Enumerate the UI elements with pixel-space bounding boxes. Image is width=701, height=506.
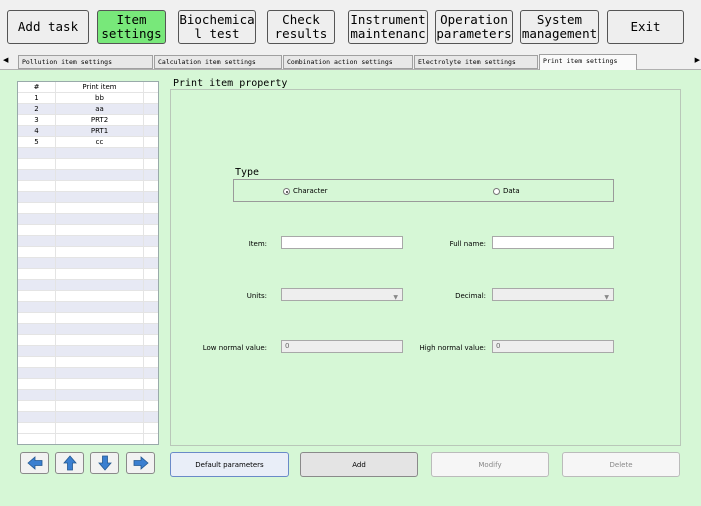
list-empty-row [18, 269, 158, 280]
item-label: Item: [248, 240, 267, 248]
tab-pollution-item-settings[interactable]: Pollution item settings [18, 55, 153, 69]
list-item-number: 5 [34, 138, 39, 146]
list-empty-row [18, 192, 158, 203]
low-normal-value-label: Low normal value: [202, 344, 267, 352]
move-left-button[interactable] [20, 452, 49, 474]
list-item-number: 2 [34, 105, 39, 113]
list-item[interactable]: 4 PRT1 [18, 126, 158, 137]
list-empty-row [18, 379, 158, 390]
move-right-button[interactable] [126, 452, 155, 474]
list-empty-row [18, 324, 158, 335]
operation-parameters-button[interactable]: Operation parameters [435, 10, 513, 44]
full-name-input[interactable] [492, 236, 614, 249]
list-header-number: # [33, 83, 40, 91]
arrow-up-icon [62, 455, 77, 471]
full-name-label: Full name: [449, 240, 486, 248]
list-empty-row [18, 313, 158, 324]
list-empty-row [18, 357, 158, 368]
list-empty-row [18, 148, 158, 159]
list-empty-row [18, 247, 158, 258]
check-results-button[interactable]: Check results [267, 10, 335, 44]
list-empty-row [18, 203, 158, 214]
exit-button[interactable]: Exit [607, 10, 684, 44]
chevron-down-icon: ▼ [393, 294, 398, 301]
high-normal-value-label: High normal value: [419, 344, 486, 352]
list-empty-row [18, 412, 158, 423]
list-item[interactable]: 1 bb [18, 93, 158, 104]
add-task-button[interactable]: Add task [7, 10, 89, 44]
list-empty-row [18, 302, 158, 313]
tab-scroll-left-icon[interactable]: ◀ [3, 56, 8, 64]
list-empty-row [18, 225, 158, 236]
character-radio[interactable] [283, 188, 290, 195]
list-item-number: 1 [34, 94, 39, 102]
list-item[interactable]: 2 aa [18, 104, 158, 115]
list-item-name: bb [95, 94, 104, 102]
decimal-dropdown[interactable]: ▼ [492, 288, 614, 301]
list-column-divider [143, 82, 144, 444]
low-normal-value-input[interactable]: 0 [281, 340, 403, 353]
list-header-print-item: Print item [82, 83, 117, 91]
list-empty-row [18, 346, 158, 357]
arrow-left-icon [26, 456, 42, 470]
tab-combination-action-settings[interactable]: Combination action settings [283, 55, 413, 69]
list-item-number: 3 [34, 116, 39, 124]
list-empty-row [18, 423, 158, 434]
print-item-property-group [170, 89, 681, 446]
list-item-name: cc [95, 138, 104, 146]
instrument-maintenance-button[interactable]: Instrument maintenanc [348, 10, 428, 44]
biochemical-test-button[interactable]: Biochemica l test [178, 10, 256, 44]
arrow-down-icon [97, 455, 112, 471]
tab-scroll-right-icon[interactable]: ▶ [695, 56, 700, 64]
print-item-settings-panel: # Print item 1 bb 2 aa 3 PRT2 4 PRT1 5 c… [0, 70, 701, 506]
character-radio-label[interactable]: Character [293, 187, 328, 196]
list-item-name: PRT2 [90, 116, 109, 124]
list-empty-row [18, 181, 158, 192]
list-item-name: PRT1 [90, 127, 109, 135]
system-management-button[interactable]: System management [520, 10, 599, 44]
list-empty-row [18, 258, 158, 269]
list-empty-row [18, 401, 158, 412]
tab-print-item-settings[interactable]: Print item settings [539, 54, 637, 70]
list-column-divider [55, 82, 56, 444]
units-label: Units: [246, 292, 267, 300]
list-item[interactable]: 5 cc [18, 137, 158, 148]
add-button[interactable]: Add [300, 452, 418, 477]
list-empty-row [18, 159, 158, 170]
item-settings-button[interactable]: Item settings [97, 10, 166, 44]
tab-electrolyte-item-settings[interactable]: Electrolyte item settings [414, 55, 538, 69]
list-item[interactable]: 3 PRT2 [18, 115, 158, 126]
arrow-right-icon [133, 456, 149, 470]
delete-button[interactable]: Delete [562, 452, 680, 477]
print-item-property-title: Print item property [173, 78, 288, 89]
chevron-down-icon: ▼ [604, 294, 609, 301]
type-label: Type [235, 167, 260, 178]
list-item-number: 4 [34, 127, 39, 135]
item-input[interactable] [281, 236, 403, 249]
list-empty-row [18, 214, 158, 225]
list-empty-row [18, 291, 158, 302]
list-empty-row [18, 236, 158, 247]
list-empty-row [18, 390, 158, 401]
move-down-button[interactable] [90, 452, 119, 474]
tab-strip: ◀ Pollution item settings Calculation it… [0, 53, 701, 70]
default-parameters-button[interactable]: Default parameters [170, 452, 289, 477]
data-radio-label[interactable]: Data [503, 187, 520, 196]
list-item-name: aa [95, 105, 104, 113]
tab-calculation-item-settings[interactable]: Calculation item settings [154, 55, 282, 69]
list-header: # Print item [18, 82, 158, 93]
list-empty-row [18, 280, 158, 291]
type-group: Character Data [233, 179, 614, 202]
list-empty-row [18, 335, 158, 346]
list-empty-row [18, 170, 158, 181]
list-empty-row [18, 368, 158, 379]
move-up-button[interactable] [55, 452, 84, 474]
decimal-label: Decimal: [455, 292, 486, 300]
data-radio[interactable] [493, 188, 500, 195]
units-dropdown[interactable]: ▼ [281, 288, 403, 301]
top-toolbar: Add task Item settings Biochemica l test… [0, 0, 701, 50]
high-normal-value-input[interactable]: 0 [492, 340, 614, 353]
modify-button[interactable]: Modify [431, 452, 549, 477]
print-item-list[interactable]: # Print item 1 bb 2 aa 3 PRT2 4 PRT1 5 c… [17, 81, 159, 445]
